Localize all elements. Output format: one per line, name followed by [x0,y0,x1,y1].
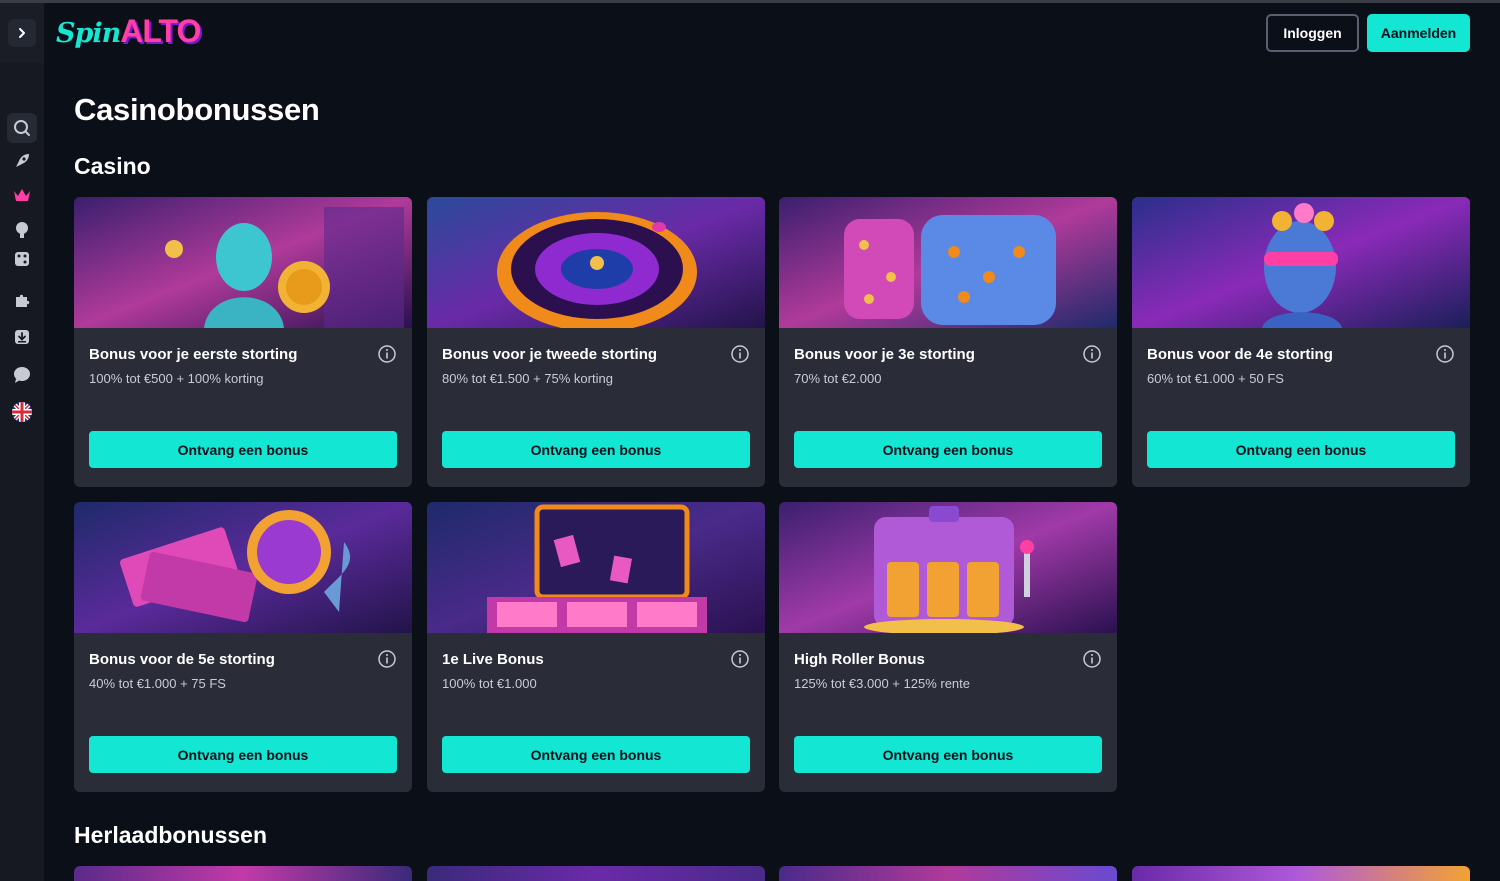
bonus-subtitle: 60% tot €1.000 + 50 FS [1147,371,1284,386]
info-icon[interactable] [1435,344,1455,364]
chevron-right-icon [8,19,36,47]
bonus-card: 1e Live Bonus 100% tot €1.000 Ontvang ee… [427,502,765,792]
get-bonus-button[interactable]: Ontvang een bonus [442,431,750,468]
bonus-image-treasure-chest [427,502,765,633]
logo-alto: ALTO [120,13,201,49]
sidebar [0,63,44,881]
bonus-card: High Roller Bonus 125% tot €3.000 + 125%… [779,502,1117,792]
crown-icon[interactable] [7,180,37,210]
logo-spin: Spin [56,18,121,49]
bonus-image-slot-machine [779,502,1117,633]
search-icon[interactable] [7,113,37,143]
get-bonus-button[interactable]: Ontvang een bonus [442,736,750,773]
bonus-card: Bonus voor je tweede storting 80% tot €1… [427,197,765,487]
bonus-image-goddess [74,197,412,328]
page-title: Casinobonussen [74,92,320,127]
header: Spin ALTO Inloggen Aanmelden [0,3,1500,63]
section-title-reload: Herlaadbonussen [74,822,267,848]
get-bonus-button[interactable]: Ontvang een bonus [89,736,397,773]
bonus-card: Bonus voor je 3e storting 70% tot €2.000… [779,197,1117,487]
bonus-title: 1e Live Bonus [442,651,544,668]
bonus-card: Bonus voor je eerste storting 100% tot €… [74,197,412,487]
bonus-title: Bonus voor de 4e storting [1147,346,1333,363]
info-icon[interactable] [1082,649,1102,669]
bonus-card: Bonus voor de 4e storting 60% tot €1.000… [1132,197,1470,487]
section-title-casino: Casino [74,153,151,179]
info-icon[interactable] [1082,344,1102,364]
sidebar-expand-button[interactable] [0,3,44,63]
register-button[interactable]: Aanmelden [1367,14,1470,52]
info-icon[interactable] [377,344,397,364]
reload-card-peek [427,866,765,881]
bonus-subtitle: 100% tot €1.000 [442,676,537,691]
uk-flag-icon[interactable] [7,397,37,427]
info-icon[interactable] [730,344,750,364]
bonus-subtitle: 70% tot €2.000 [794,371,882,386]
login-button[interactable]: Inloggen [1266,14,1359,52]
bonus-subtitle: 100% tot €500 + 100% korting [89,371,264,386]
get-bonus-button[interactable]: Ontvang een bonus [89,431,397,468]
dice-icon[interactable] [7,244,37,274]
bonus-subtitle: 125% tot €3.000 + 125% rente [794,676,970,691]
logo[interactable]: Spin ALTO [56,13,201,53]
puzzle-icon[interactable] [7,285,37,315]
bonus-image-statue [1132,197,1470,328]
chat-icon[interactable] [7,360,37,390]
bonus-title: Bonus voor je tweede storting [442,346,658,363]
bonus-title: Bonus voor de 5e storting [89,651,275,668]
bonus-subtitle: 40% tot €1.000 + 75 FS [89,676,226,691]
info-icon[interactable] [730,649,750,669]
bonus-card: Bonus voor de 5e storting 40% tot €1.000… [74,502,412,792]
reload-card-peek [779,866,1117,881]
live-icon[interactable] [7,215,37,245]
get-bonus-button[interactable]: Ontvang een bonus [794,431,1102,468]
download-icon[interactable] [7,322,37,352]
get-bonus-button[interactable]: Ontvang een bonus [1147,431,1455,468]
bonus-title: Bonus voor je 3e storting [794,346,975,363]
bonus-image-roulette [427,197,765,328]
bonus-title: High Roller Bonus [794,651,925,668]
info-icon[interactable] [377,649,397,669]
get-bonus-button[interactable]: Ontvang een bonus [794,736,1102,773]
bonus-subtitle: 80% tot €1.500 + 75% korting [442,371,613,386]
reload-card-peek [74,866,412,881]
reload-card-peek [1132,866,1470,881]
bonus-image-dice [779,197,1117,328]
bonus-image-money [74,502,412,633]
bonus-title: Bonus voor je eerste storting [89,346,298,363]
rocket-icon[interactable] [7,146,37,176]
